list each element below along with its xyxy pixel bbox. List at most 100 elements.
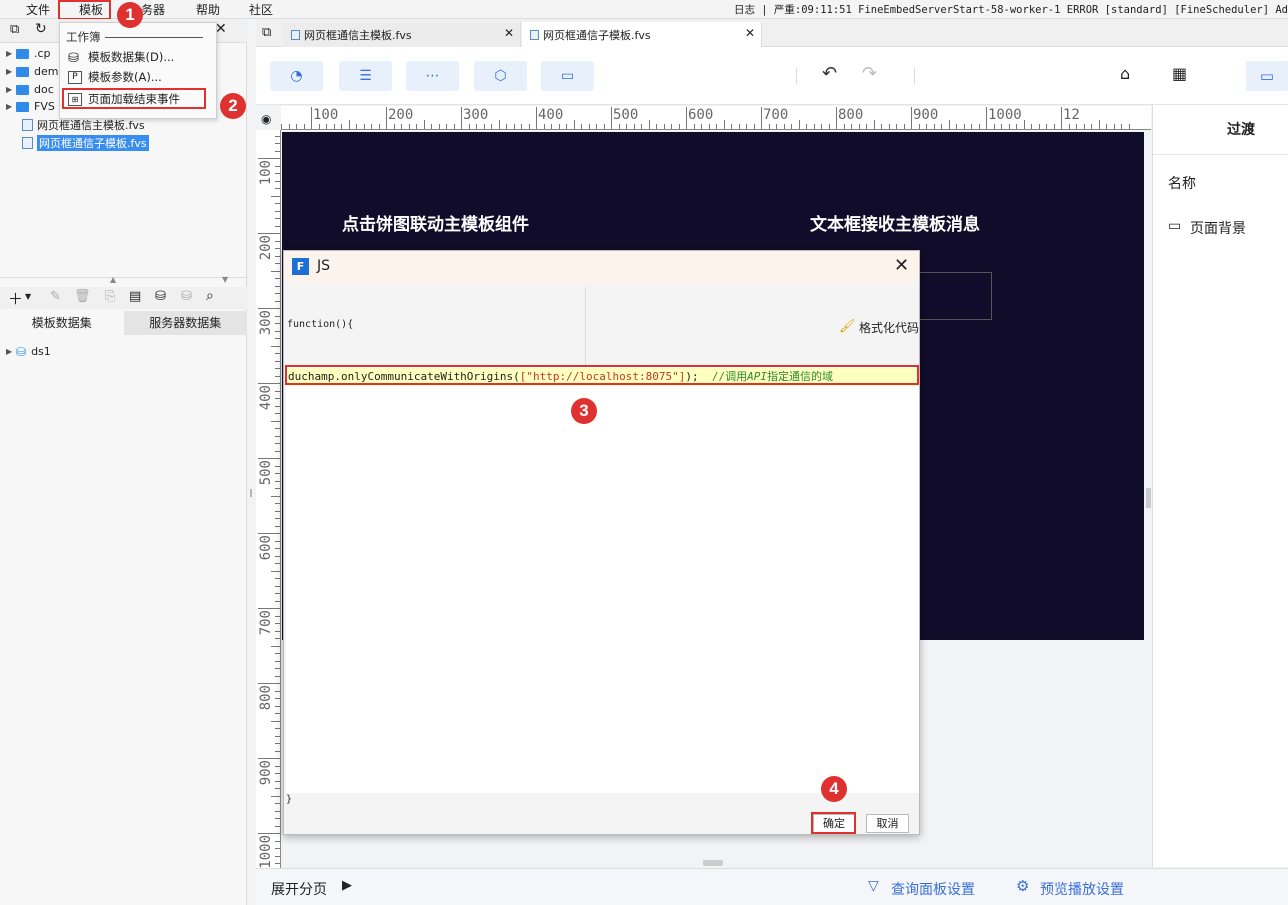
ruler-tick [275,323,280,324]
undo-icon[interactable]: ↶ [822,63,837,84]
ruler-tick [941,124,942,129]
search-icon[interactable]: ⌕ [206,288,214,304]
ruler-tick [783,124,785,129]
ruler-tick [791,124,792,129]
tab-template-dataset[interactable]: 模板数据集 [0,311,124,335]
menu-file[interactable]: 文件 [26,1,50,18]
ruler-tick [275,473,280,474]
splitter[interactable]: ▲ ▼ [0,275,247,287]
tree-item[interactable]: ▶ .cp [6,45,51,62]
ruler-tick [275,450,280,452]
step-badge-1: 1 [117,2,143,28]
page-background-label[interactable]: 页面背景 [1190,218,1246,238]
chart-button[interactable]: ◔ [270,61,323,91]
ruler-tick [275,840,280,842]
new-folder-icon[interactable]: ⧉ [10,22,19,37]
database-settings-icon[interactable]: ⛁ [181,289,192,304]
step-badge-4: 4 [821,776,847,802]
tab-server-dataset[interactable]: 服务器数据集 [123,311,247,335]
panel-header[interactable]: 过渡 [1153,105,1288,155]
ruler-tick [275,810,280,812]
log-status[interactable]: 日志 | 严重:09:11:51 FineEmbedServerStart-58… [734,2,1288,17]
tab-child-template[interactable]: 网页框通信子模板.fvs ✕ [522,22,762,47]
database-icon[interactable]: ⛁ [155,289,166,304]
ruler-tick [275,848,280,849]
ruler-tick [993,124,995,129]
filter-icon[interactable]: ▽ [868,878,879,894]
resize-handle[interactable] [1146,488,1151,508]
ruler-tick [275,780,280,782]
query-panel-settings[interactable]: 查询面板设置 [891,879,975,899]
ruler-tick [326,124,327,129]
dataset-item[interactable]: ▶ ⛁ ds1 [6,343,51,360]
ruler-tick [1091,124,1092,129]
tree-item[interactable]: ▶ doc [6,81,54,98]
menu-server[interactable]: 务器 [141,1,165,18]
resize-handle[interactable] [703,860,723,866]
cancel-button[interactable]: 取消 [866,814,909,833]
refresh-icon[interactable]: ↻ [35,21,47,37]
menu-help[interactable]: 帮助 [196,1,220,18]
close-tab-icon[interactable]: ✕ [504,26,514,40]
tab-list-icon[interactable]: ⧉ [262,25,271,40]
highlight-page-load-event [62,88,206,109]
ruler-tick [693,124,695,129]
ruler-tick [275,638,280,639]
expand-pages-label[interactable]: 展开分页 [271,879,327,899]
menu-item-template-params[interactable]: P 模板参数(A)... [68,68,162,86]
table-icon: ☰ [359,68,372,84]
eye-icon[interactable]: ◉ [261,112,271,126]
text-box-widget[interactable] [912,272,992,320]
ruler-tick [723,120,725,129]
preview-icon[interactable]: ⎘ [105,289,115,304]
splitter-handle[interactable]: ‖ [249,488,253,500]
file-icon [22,118,33,131]
archive-button[interactable]: ▭ [541,61,594,91]
ruler-tick [275,803,280,804]
edit-icon[interactable]: ✎ [50,289,61,304]
ruler-tick [275,443,280,444]
function-header: function(){ [286,287,586,365]
ruler-tick [1038,124,1040,129]
tab-main-template[interactable]: 网页框通信主模板.fvs ✕ [283,22,521,47]
ruler-tick [275,510,280,512]
theme-icon[interactable]: ⌂ [1120,64,1130,83]
close-icon[interactable]: ✕ [894,255,909,276]
ruler-tick [275,615,280,617]
ruler-tick [275,818,280,819]
delete-icon[interactable]: 🗑 [74,289,91,304]
more-button[interactable]: ⋯ [406,61,459,91]
ruler-left: 100 200 300 400 500 600 700 800 900 1000 [256,130,281,869]
redo-icon[interactable]: ↷ [862,63,877,84]
close-tab-icon[interactable]: ✕ [745,26,755,40]
preview-play-settings[interactable]: 预览播放设置 [1040,879,1124,899]
gear-icon[interactable]: ⚙ [1016,877,1029,895]
play-icon[interactable]: ▶ [342,878,352,893]
menu-item-template-dataset[interactable]: ⛁ 模板数据集(D)... [68,48,174,66]
highlight-code-line [285,365,919,385]
menu-community[interactable]: 社区 [249,1,273,18]
ruler-tick [1001,124,1002,129]
tree-item-selected[interactable]: 网页框通信子模板.fvs [22,134,149,151]
model-button[interactable]: ⬡ [474,61,527,91]
ruler-tick [1016,124,1017,129]
ruler-tick [416,124,417,129]
design-toolbar: ◔ ☰ ⋯ ⬡ ▭ ↶ ↷ ⌂ ▦ ▭ [256,47,1288,105]
collapse-down-icon[interactable]: ▼ [222,275,228,284]
ruler-tick [986,107,987,129]
settings-icon[interactable]: ▦ [1172,64,1187,83]
chevron-down-icon[interactable]: ▼ [25,292,31,301]
collapse-up-icon[interactable]: ▲ [110,275,116,284]
code-editor[interactable]: duchamp.onlyCommunicateWithOrigins(["htt… [286,365,919,793]
tree-item[interactable]: ▶ dem [6,63,58,80]
add-icon[interactable]: ＋ [8,288,23,309]
ruler-tick [275,278,280,279]
dataset-edit-icon[interactable]: ▤ [129,289,141,304]
ruler-tick [363,124,365,129]
tree-item[interactable]: ▶ FVS [6,98,55,115]
desktop-view-button[interactable]: ▭ [1246,61,1288,91]
format-code-button[interactable]: 格式化代码 [859,319,919,336]
ruler-tick [611,107,612,129]
document-tabs: ⧉ 网页框通信主模板.fvs ✕ 网页框通信子模板.fvs ✕ [256,19,1288,47]
table-button[interactable]: ☰ [339,61,392,91]
